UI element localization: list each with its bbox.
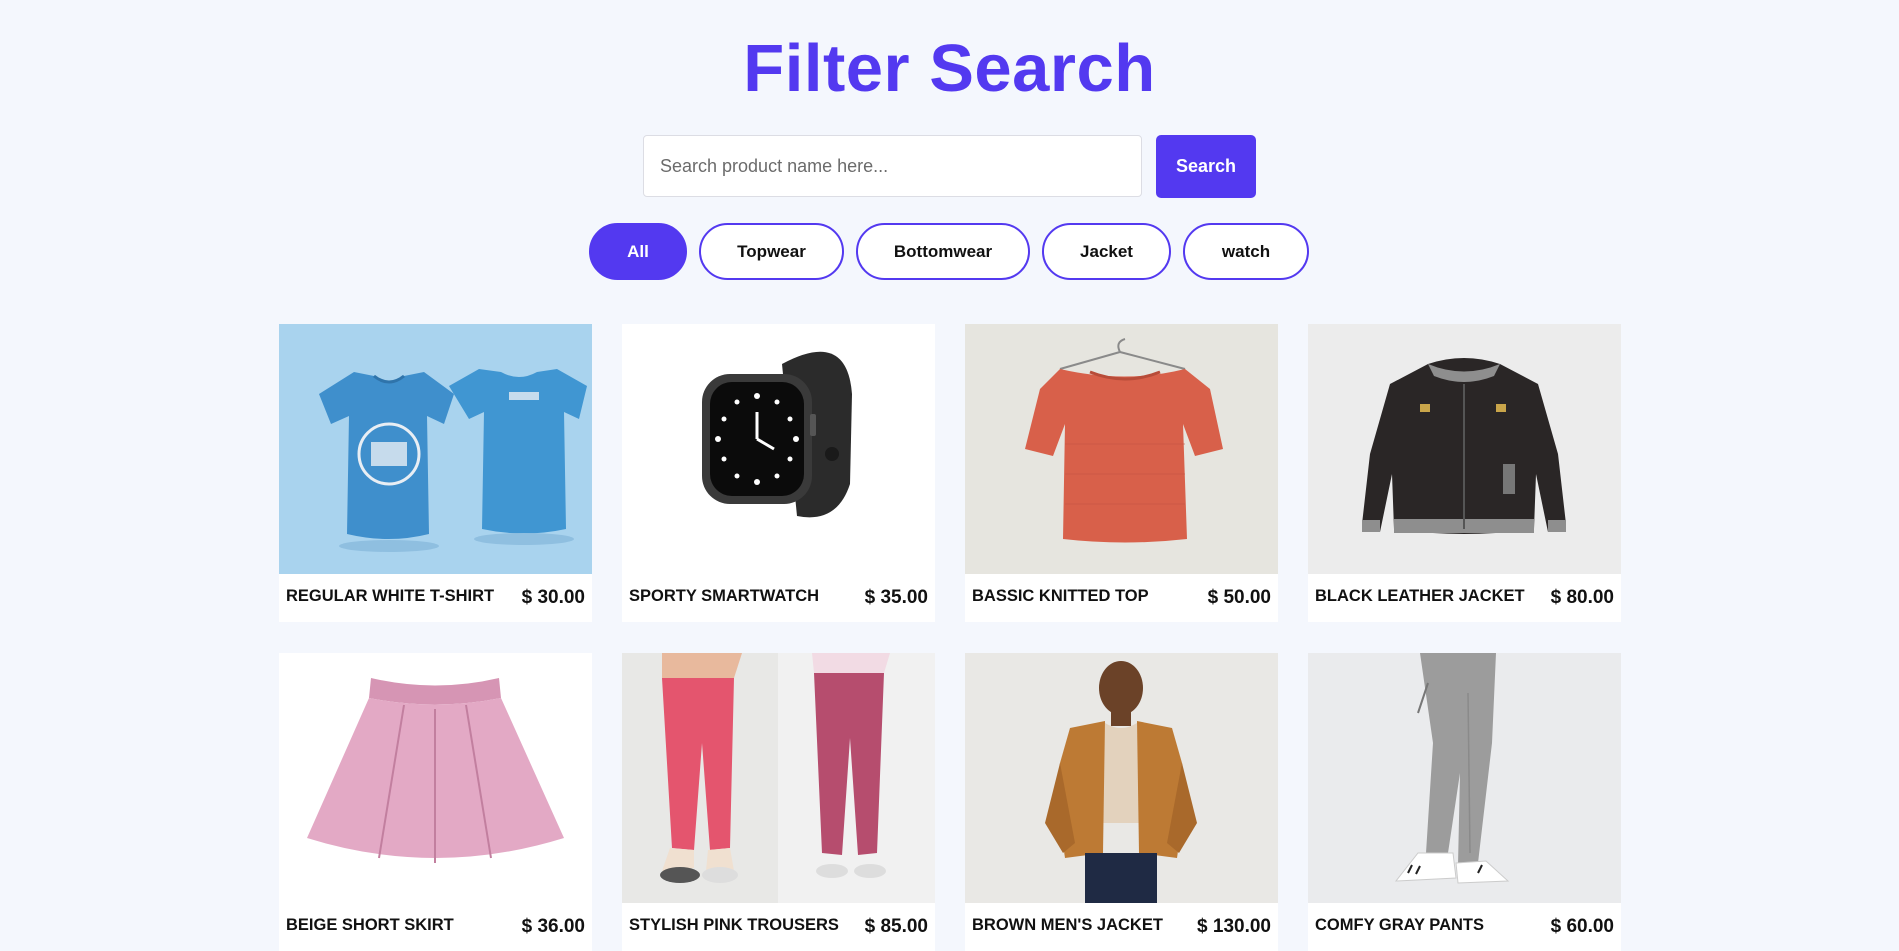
filter-topwear-button[interactable]: Topwear <box>699 223 844 280</box>
card-footer: COMFY GRAY PANTS $ 60.00 <box>1308 903 1621 951</box>
product-card[interactable]: REGULAR WHITE T-SHIRT $ 30.00 <box>279 324 592 622</box>
smartwatch-image <box>622 324 935 574</box>
product-name: BROWN MEN'S JACKET <box>972 916 1163 934</box>
card-footer: REGULAR WHITE T-SHIRT $ 30.00 <box>279 574 592 622</box>
filter-bottomwear-button[interactable]: Bottomwear <box>856 223 1030 280</box>
product-price: $ 30.00 <box>521 587 585 608</box>
product-card[interactable]: BLACK LEATHER JACKET $ 80.00 <box>1308 324 1621 622</box>
knitted-top-image <box>965 324 1278 574</box>
product-price: $ 50.00 <box>1207 587 1271 608</box>
product-name: SPORTY SMARTWATCH <box>629 587 820 605</box>
card-footer: BEIGE SHORT SKIRT $ 36.00 <box>279 903 592 951</box>
card-footer: BASSIC KNITTED TOP $ 50.00 <box>965 574 1278 622</box>
card-footer: STYLISH PINK TROUSERS $ 85.00 <box>622 903 935 951</box>
product-price: $ 35.00 <box>864 587 928 608</box>
blue-tshirt-image <box>279 324 592 574</box>
gray-pants-image <box>1308 653 1621 903</box>
page-title: Filter Search <box>743 31 1156 106</box>
product-price: $ 80.00 <box>1550 587 1614 608</box>
product-name: BASSIC KNITTED TOP <box>972 587 1149 605</box>
product-card[interactable]: STYLISH PINK TROUSERS $ 85.00 <box>622 653 935 951</box>
product-name: BLACK LEATHER JACKET <box>1315 587 1525 605</box>
pink-trousers-image <box>622 653 935 903</box>
card-footer: BLACK LEATHER JACKET $ 80.00 <box>1308 574 1621 622</box>
page: Filter Search Search All Topwear Bottomw… <box>0 0 1899 951</box>
product-grid: REGULAR WHITE T-SHIRT $ 30.00 SPORTY SMA… <box>279 324 1621 951</box>
product-price: $ 36.00 <box>521 916 585 937</box>
product-card[interactable]: BROWN MEN'S JACKET $ 130.00 <box>965 653 1278 951</box>
product-price: $ 130.00 <box>1197 916 1271 937</box>
search-button[interactable]: Search <box>1156 135 1256 198</box>
filter-all-button[interactable]: All <box>589 223 687 280</box>
filter-bar: All Topwear Bottomwear Jacket watch <box>589 223 1309 280</box>
brown-jacket-image <box>965 653 1278 903</box>
search-bar: Search <box>643 135 1256 198</box>
product-price: $ 60.00 <box>1550 916 1614 937</box>
pink-skirt-image <box>279 653 592 903</box>
filter-jacket-button[interactable]: Jacket <box>1042 223 1171 280</box>
card-footer: BROWN MEN'S JACKET $ 130.00 <box>965 903 1278 951</box>
search-input[interactable] <box>643 135 1142 197</box>
product-card[interactable]: BEIGE SHORT SKIRT $ 36.00 <box>279 653 592 951</box>
product-name: COMFY GRAY PANTS <box>1315 916 1485 934</box>
product-card[interactable]: COMFY GRAY PANTS $ 60.00 <box>1308 653 1621 951</box>
product-name: STYLISH PINK TROUSERS <box>629 916 839 934</box>
card-footer: SPORTY SMARTWATCH $ 35.00 <box>622 574 935 622</box>
black-jacket-image <box>1308 324 1621 574</box>
product-name: BEIGE SHORT SKIRT <box>286 916 454 934</box>
filter-watch-button[interactable]: watch <box>1183 223 1309 280</box>
product-name: REGULAR WHITE T-SHIRT <box>286 587 495 605</box>
product-card[interactable]: SPORTY SMARTWATCH $ 35.00 <box>622 324 935 622</box>
product-card[interactable]: BASSIC KNITTED TOP $ 50.00 <box>965 324 1278 622</box>
product-price: $ 85.00 <box>864 916 928 937</box>
